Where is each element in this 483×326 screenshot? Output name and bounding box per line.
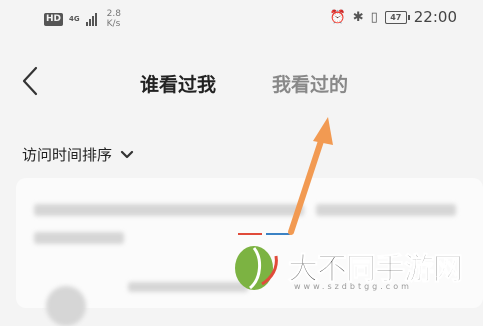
leaf-logo-icon bbox=[235, 246, 278, 290]
watermark-url: www.szdbtgg.com bbox=[294, 282, 412, 291]
watermark: 大不同手游网 www.szdbtgg.com bbox=[228, 238, 478, 293]
